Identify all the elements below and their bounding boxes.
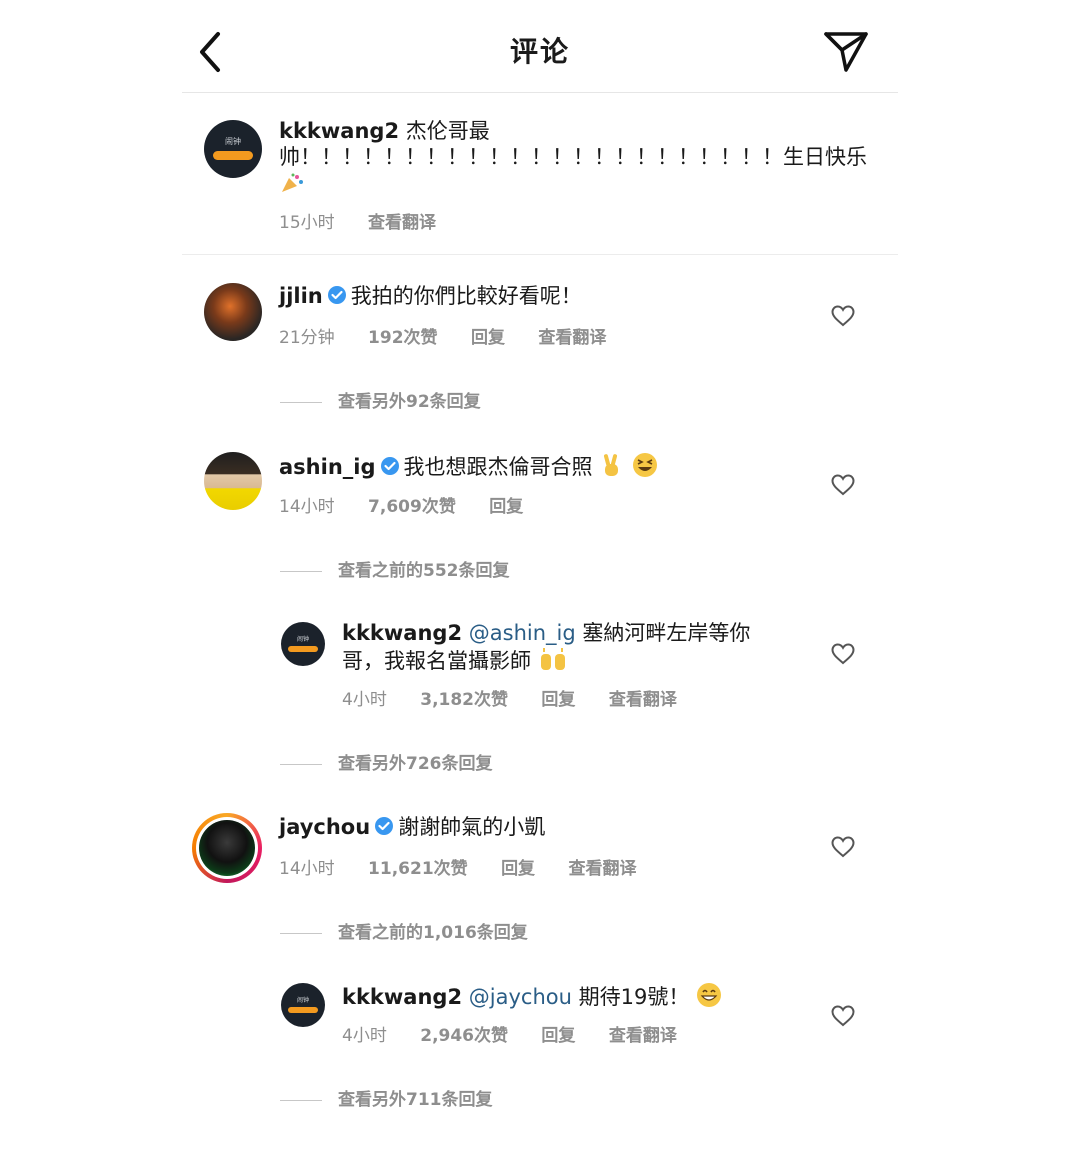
view-more-replies[interactable]: 查看另外92条回复 xyxy=(280,387,481,412)
reply-button[interactable]: 回复 xyxy=(541,690,575,710)
grinning-face-icon xyxy=(697,983,722,1007)
comment-jaychou: jaychou 謝謝帥氣的小凱 xyxy=(279,814,799,840)
comment-likes[interactable]: 11,621次赞 xyxy=(368,859,468,879)
raising-hands-icon xyxy=(540,648,565,670)
comment-likes[interactable]: 192次赞 xyxy=(368,328,438,348)
comment-meta: 14小时 11,621次赞 回复 查看翻译 xyxy=(279,854,664,879)
comment-time: 14小时 xyxy=(279,497,335,517)
comment-ashin: ashin_ig 我也想跟杰倫哥合照 xyxy=(279,452,799,480)
comment-username[interactable]: jaychou xyxy=(279,815,370,839)
heart-outline-icon[interactable] xyxy=(831,305,855,327)
heart-outline-icon[interactable] xyxy=(831,474,855,496)
reply-mention[interactable]: @ashin_ig xyxy=(469,621,576,645)
reply-button[interactable]: 回复 xyxy=(471,328,505,348)
caption-text-block: kkkwang2 杰伦哥最帅！！！！！！！！！！！！！！！！！！！！！！！生日快… xyxy=(279,118,869,196)
comment-username[interactable]: ashin_ig xyxy=(279,455,376,479)
avatar-accent-bar xyxy=(287,1006,319,1013)
reply-button[interactable]: 回复 xyxy=(489,497,523,517)
caption-divider xyxy=(182,254,898,255)
jjlin-avatar[interactable] xyxy=(204,283,262,341)
reply-text: 期待19號！ xyxy=(578,985,690,1009)
laughing-face-icon xyxy=(632,453,657,477)
translate-link[interactable]: 查看翻译 xyxy=(538,328,606,348)
heart-outline-icon[interactable] xyxy=(831,836,855,858)
reply-username[interactable]: kkkwang2 xyxy=(342,985,462,1009)
jaychou-avatar[interactable] xyxy=(199,820,255,876)
reply-button[interactable]: 回复 xyxy=(541,1026,575,1046)
translate-link[interactable]: 查看翻译 xyxy=(609,1026,677,1046)
caption-meta: 15小时 查看翻译 xyxy=(279,208,464,233)
reply-likes[interactable]: 2,946次赞 xyxy=(420,1026,508,1046)
avatar-clock-label: 闹钟 xyxy=(225,137,241,146)
reply-mention[interactable]: @jaychou xyxy=(469,985,572,1009)
party-popper-icon xyxy=(282,173,303,192)
view-previous-replies[interactable]: 查看之前的552条回复 xyxy=(280,556,510,581)
reply-username[interactable]: kkkwang2 xyxy=(342,621,462,645)
comment-jjlin: jjlin 我拍的你們比較好看呢！ xyxy=(279,283,799,309)
comment-likes[interactable]: 7,609次赞 xyxy=(368,497,456,517)
caption-time: 15小时 xyxy=(279,213,335,233)
verified-badge-icon xyxy=(380,457,399,475)
comment-text: 謝謝帥氣的小凱 xyxy=(398,815,546,839)
comment-meta: 21分钟 192次赞 回复 查看翻译 xyxy=(279,323,634,348)
reply-meta: 4小时 3,182次赞 回复 查看翻译 xyxy=(342,685,705,710)
paper-plane-icon[interactable] xyxy=(822,28,870,74)
reply-time: 4小时 xyxy=(342,690,387,710)
translate-link[interactable]: 查看翻译 xyxy=(609,690,677,710)
caption-username[interactable]: kkkwang2 xyxy=(279,119,399,143)
verified-badge-icon xyxy=(375,817,394,835)
reply-avatar[interactable]: 闹钟 xyxy=(281,983,325,1027)
reply-meta: 4小时 2,946次赞 回复 查看翻译 xyxy=(342,1021,705,1046)
comment-time: 21分钟 xyxy=(279,328,335,348)
victory-hand-icon xyxy=(604,454,619,476)
translate-link[interactable]: 查看翻译 xyxy=(568,859,636,879)
comment-text: 我也想跟杰倫哥合照 xyxy=(403,455,593,479)
reply-avatar[interactable]: 闹钟 xyxy=(281,622,325,666)
view-more-replies[interactable]: 查看另外711条回复 xyxy=(280,1085,493,1110)
view-more-replies[interactable]: 查看另外726条回复 xyxy=(280,749,493,774)
avatar-accent-bar xyxy=(287,645,319,652)
avatar-clock-label: 闹钟 xyxy=(296,635,309,643)
reply-time: 4小时 xyxy=(342,1026,387,1046)
avatar-accent-bar xyxy=(212,151,254,160)
caption-translate-link[interactable]: 查看翻译 xyxy=(368,213,436,233)
comment-meta: 14小时 7,609次赞 回复 xyxy=(279,492,551,517)
comment-time: 14小时 xyxy=(279,859,335,879)
reply-button[interactable]: 回复 xyxy=(501,859,535,879)
avatar-clock-label: 闹钟 xyxy=(296,996,309,1004)
page-title: 评论 xyxy=(509,35,570,68)
comment-username[interactable]: jjlin xyxy=(279,284,323,308)
reply-ashin: kkkwang2 @ashin_ig 塞納河畔左岸等你哥，我報名當攝影師 xyxy=(342,620,762,674)
heart-outline-icon[interactable] xyxy=(831,643,855,665)
ashin-avatar[interactable] xyxy=(204,452,262,510)
reply-jaychou: kkkwang2 @jaychou 期待19號！ xyxy=(342,982,802,1010)
reply-likes[interactable]: 3,182次赞 xyxy=(420,690,508,710)
comment-text: 我拍的你們比較好看呢！ xyxy=(350,284,582,308)
verified-badge-icon xyxy=(327,286,346,304)
caption-avatar[interactable]: 闹钟 xyxy=(204,120,262,178)
heart-outline-icon[interactable] xyxy=(831,1005,855,1027)
view-previous-replies[interactable]: 查看之前的1,016条回复 xyxy=(280,918,528,943)
